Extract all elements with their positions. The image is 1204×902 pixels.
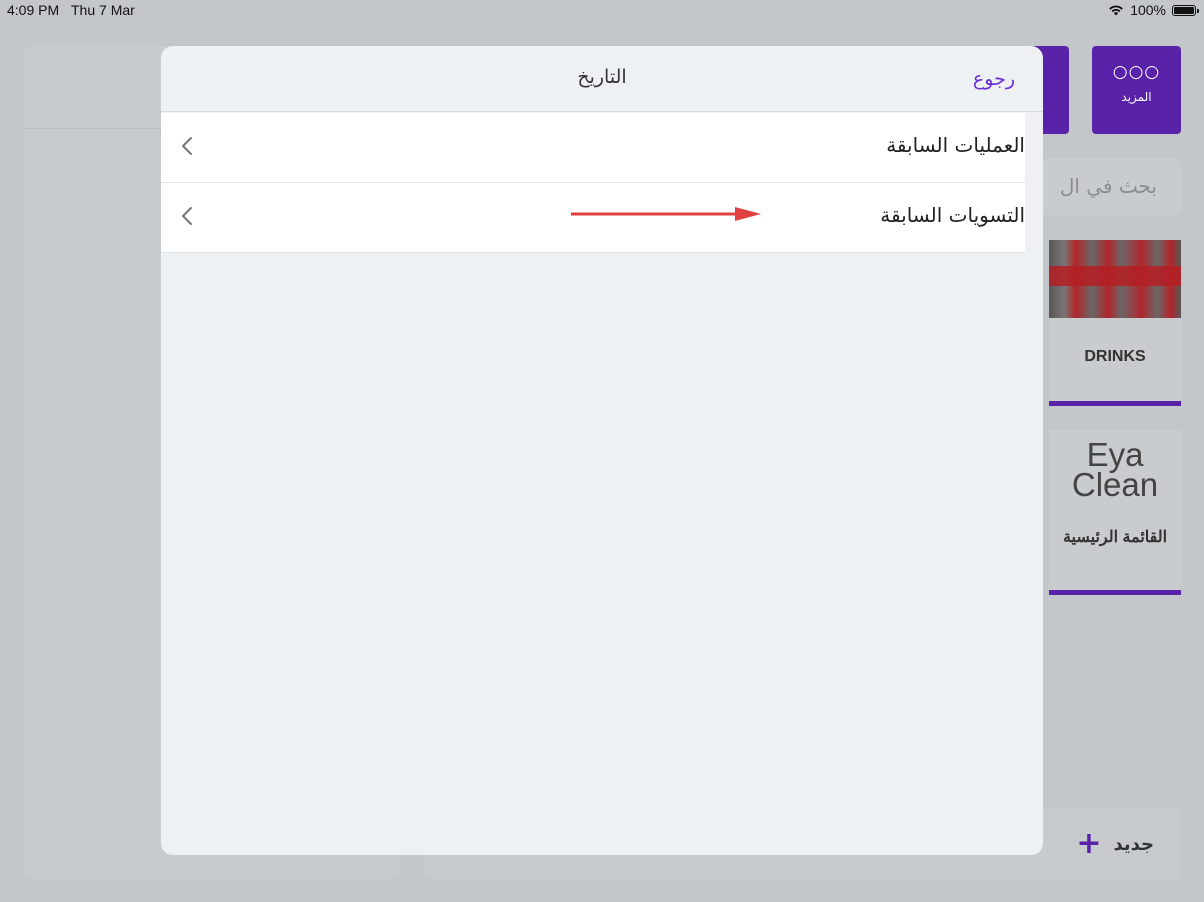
logo-line2: Clean — [1071, 466, 1159, 503]
annotation-arrow-icon — [571, 207, 761, 221]
search-input[interactable]: بحث في ال — [1040, 158, 1181, 215]
list-item-label: التسويات السابقة — [880, 203, 1025, 227]
history-list: العمليات السابقة التسويات السابقة — [161, 113, 1025, 253]
category-card-drinks[interactable]: DRINKS — [1049, 240, 1181, 406]
category-label: القائمة الرئيسية — [1062, 529, 1168, 546]
chevron-left-icon — [182, 207, 192, 225]
new-label: جديد — [1113, 833, 1154, 855]
plus-icon: + — [1076, 826, 1102, 861]
wifi-icon — [1109, 5, 1123, 16]
logo-line1: Eya — [1086, 436, 1144, 473]
page-title: التاريخ — [577, 66, 627, 88]
eya-clean-logo: Eya Clean — [1049, 430, 1181, 508]
status-time: 4:09 PM — [7, 2, 60, 18]
history-modal: التاريخ رجوع العمليات السابقة التسويات ا… — [161, 46, 1043, 855]
battery-icon — [1172, 4, 1199, 16]
new-button[interactable]: جديد + — [1044, 826, 1164, 862]
more-dots-icon: ○○○ — [1112, 62, 1161, 82]
status-bar: 4:09 PM Thu 7 Mar 100% — [0, 0, 1204, 22]
back-button[interactable]: رجوع — [973, 68, 1015, 90]
chevron-left-icon — [182, 137, 192, 155]
more-button[interactable]: ○○○ المزيد — [1092, 46, 1181, 134]
category-label: DRINKS — [1084, 348, 1146, 365]
battery-percentage: 100% — [1130, 2, 1166, 18]
category-card-main-menu[interactable]: Eya Clean القائمة الرئيسية — [1049, 430, 1181, 595]
list-item-previous-transactions[interactable]: العمليات السابقة — [161, 113, 1025, 183]
modal-header: التاريخ رجوع — [161, 46, 1043, 112]
status-indicators: 100% — [1108, 2, 1199, 18]
list-item-label: العمليات السابقة — [886, 133, 1025, 157]
status-date: Thu 7 Mar — [71, 2, 135, 18]
drinks-image — [1049, 240, 1181, 318]
more-label: المزيد — [1121, 90, 1152, 104]
